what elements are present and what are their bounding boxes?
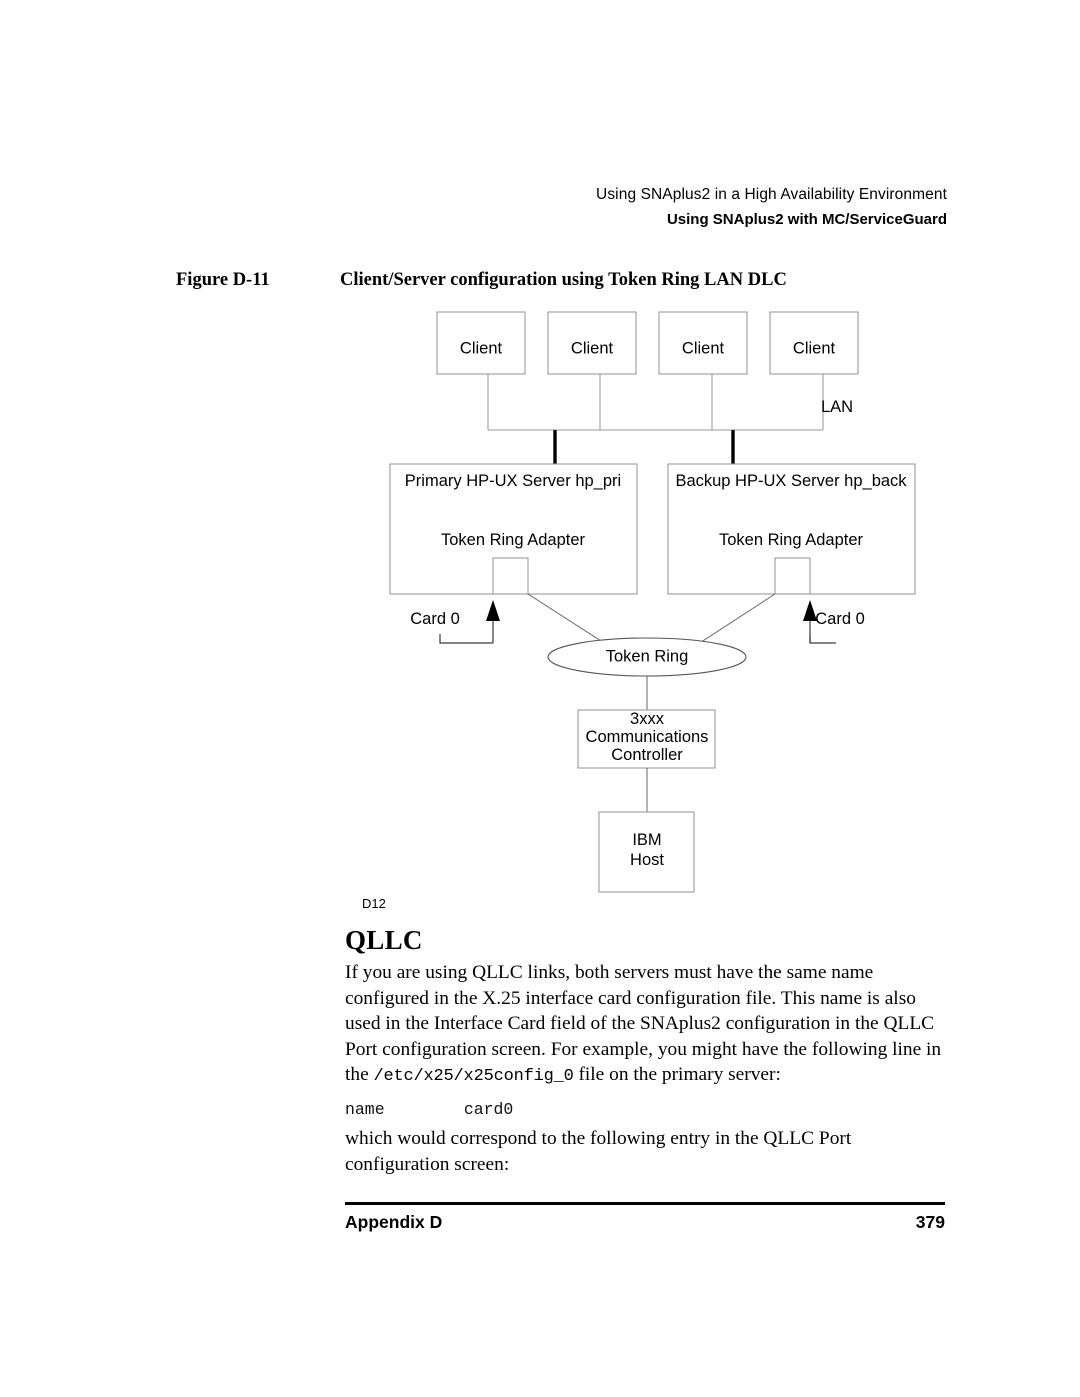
ibm-host-box: IBM Host bbox=[598, 811, 695, 893]
x25-config-path: /etc/x25/x25config_0 bbox=[373, 1067, 574, 1086]
header-chapter-title: Using SNAplus2 in a High Availability En… bbox=[596, 186, 947, 203]
client-box-label: Client bbox=[460, 339, 503, 357]
footer-appendix-label: Appendix D bbox=[345, 1212, 443, 1232]
figure-caption: Figure D-11 Client/Server configuration u… bbox=[176, 270, 966, 291]
controller-label-line2: Communications bbox=[586, 728, 709, 746]
host-label-line2: Host bbox=[630, 851, 664, 869]
controller-label-line1: 3xxx bbox=[630, 710, 665, 728]
communications-controller-box: 3xxx Communications Controller bbox=[577, 709, 716, 769]
token-ring-label: Token Ring bbox=[606, 647, 689, 665]
page-footer: Appendix D 379 bbox=[345, 1212, 945, 1233]
client-drop-lines bbox=[487, 374, 824, 430]
primary-server-title: Primary HP-UX Server hp_pri bbox=[405, 472, 621, 490]
controller-label-line3: Controller bbox=[611, 746, 683, 764]
document-page: Using SNAplus2 in a High Availability En… bbox=[0, 0, 1080, 1397]
client-box-3: Client bbox=[658, 311, 748, 375]
section-heading-qllc: QLLC bbox=[345, 925, 423, 955]
client-box-1: Client bbox=[436, 311, 526, 375]
code-sample-line: name card0 bbox=[345, 1100, 514, 1119]
client-box-2: Client bbox=[547, 311, 637, 375]
figure-number: Figure D-11 bbox=[176, 270, 270, 290]
backup-card-label: Card 0 bbox=[815, 610, 865, 628]
client-box-label: Client bbox=[682, 339, 725, 357]
footer-page-number: 379 bbox=[915, 1212, 945, 1232]
header-section-title: Using SNAplus2 with MC/ServiceGuard bbox=[666, 210, 947, 228]
paragraph-1-text-after: file on the primary server: bbox=[573, 1064, 781, 1085]
client-box-4: Client bbox=[769, 311, 859, 375]
network-topology-diagram: Client Client Client Client LAN Primary … bbox=[340, 300, 960, 925]
figure-id-label: D12 bbox=[362, 896, 386, 911]
primary-server-adapter-label: Token Ring Adapter bbox=[441, 531, 586, 549]
token-ring-ellipse: Token Ring bbox=[547, 637, 747, 677]
lan-to-server-links bbox=[553, 430, 735, 464]
backup-server-card-slot bbox=[774, 557, 811, 595]
body-paragraph-1: If you are using QLLC links, both server… bbox=[345, 960, 945, 1090]
backup-server-title: Backup HP-UX Server hp_back bbox=[675, 472, 907, 490]
lan-label: LAN bbox=[821, 398, 853, 416]
backup-server-box: Backup HP-UX Server hp_back Token Ring A… bbox=[667, 463, 916, 595]
backup-card-callout: Card 0 bbox=[803, 600, 865, 644]
body-paragraph-2: which would correspond to the following … bbox=[345, 1128, 852, 1175]
host-label-line1: IBM bbox=[632, 831, 661, 849]
client-box-label: Client bbox=[793, 339, 836, 357]
running-header: Using SNAplus2 in a High Availability En… bbox=[596, 185, 947, 229]
footer-divider bbox=[345, 1202, 945, 1205]
backup-server-adapter-label: Token Ring Adapter bbox=[719, 531, 864, 549]
primary-card-label: Card 0 bbox=[410, 610, 460, 628]
primary-server-card-slot bbox=[492, 557, 529, 595]
primary-server-box: Primary HP-UX Server hp_pri Token Ring A… bbox=[389, 463, 638, 595]
client-box-label: Client bbox=[571, 339, 614, 357]
primary-card-callout: Card 0 bbox=[410, 600, 500, 644]
figure-title: Client/Server configuration using Token … bbox=[340, 270, 787, 290]
